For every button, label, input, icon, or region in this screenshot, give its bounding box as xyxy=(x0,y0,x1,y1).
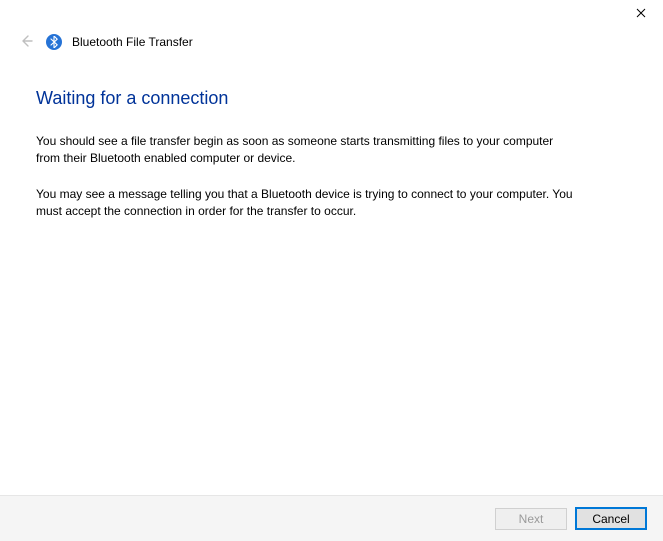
back-button xyxy=(16,32,36,52)
cancel-button[interactable]: Cancel xyxy=(575,507,647,530)
instruction-paragraph-1: You should see a file transfer begin as … xyxy=(36,133,576,168)
instruction-paragraph-2: You may see a message telling you that a… xyxy=(36,186,576,221)
next-button: Next xyxy=(495,508,567,530)
footer: Next Cancel xyxy=(0,495,663,541)
close-button[interactable] xyxy=(619,0,663,28)
window-title: Bluetooth File Transfer xyxy=(72,35,193,49)
header: Bluetooth File Transfer xyxy=(0,0,663,60)
wizard-window: Bluetooth File Transfer Waiting for a co… xyxy=(0,0,663,541)
close-icon xyxy=(636,7,646,21)
back-arrow-icon xyxy=(18,33,34,52)
content-area: Waiting for a connection You should see … xyxy=(0,60,663,495)
page-heading: Waiting for a connection xyxy=(36,88,627,109)
bluetooth-icon xyxy=(46,34,62,50)
titlebar xyxy=(619,0,663,28)
